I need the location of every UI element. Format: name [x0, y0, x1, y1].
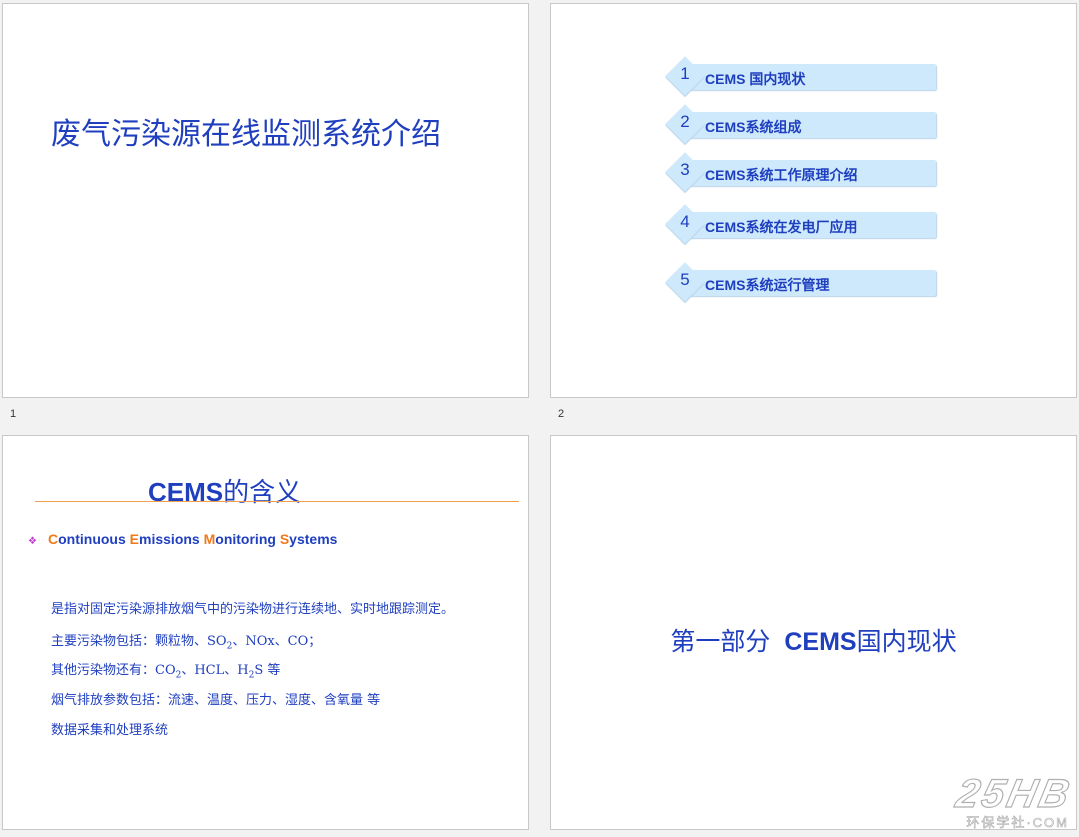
slide-number: 2: [558, 408, 565, 420]
word-rest: ontinuous: [58, 531, 130, 547]
toc-item: 4 CEMS系统在发电厂应用: [665, 204, 936, 245]
slide-1[interactable]: 废气污染源在线监测系统介绍: [2, 3, 529, 398]
initial-m: M: [203, 531, 216, 547]
slide-title: CEMS的含义: [148, 472, 301, 509]
toc-item: 2 CEMS系统组成: [665, 104, 936, 145]
watermark-text: 环保学社·COM: [966, 815, 1069, 831]
bullet-icon: ❖: [28, 536, 37, 547]
title-cn: 的含义: [223, 478, 302, 508]
toc-item: 3 CEMS系统工作原理介绍: [665, 152, 936, 193]
watermark-logo: 25HB: [952, 771, 1077, 816]
text-part: S 等: [254, 663, 281, 678]
toc-item: 1 CEMS 国内现状: [665, 56, 936, 97]
toc-item: 5 CEMS系统运行管理: [665, 262, 936, 303]
toc-number: 3: [680, 160, 690, 179]
toc-number: 4: [680, 212, 690, 231]
definition-text: 是指对固定污染源排放烟气中的污染物进行连续地、实时地跟踪测定。: [51, 602, 455, 617]
toc-label: CEMS系统组成: [705, 119, 802, 135]
word-rest: ystems: [289, 531, 338, 547]
title-cn: 国内现状: [856, 627, 957, 656]
initial-s: S: [279, 531, 290, 547]
text-part: 主要污染物包括：颗粒物、SO: [51, 634, 227, 649]
toc-label: CEMS系统运行管理: [705, 277, 830, 293]
other-pollutants-text: 其他污染物还有：CO2、HCL、H2S 等: [51, 659, 280, 681]
text-part: 、NOx、CO；: [232, 634, 322, 649]
data-system-text: 数据采集和处理系统: [51, 723, 169, 738]
acronym-expansion: Continuous Emissions Monitoring Systems: [48, 531, 337, 547]
toc-number: 5: [680, 270, 690, 289]
toc-label: CEMS系统在发电厂应用: [705, 219, 858, 235]
initial-e: E: [129, 531, 140, 547]
title-divider: [35, 501, 519, 502]
part-label: 第一部分: [670, 627, 771, 656]
toc-number: 1: [680, 64, 690, 83]
slide-number: 1: [10, 408, 17, 420]
slide-3[interactable]: CEMS的含义 ❖ Continuous Emissions Monitorin…: [2, 435, 529, 830]
title-en: CEMS: [784, 628, 857, 656]
section-title: 第一部分 CEMS国内现状: [551, 622, 1076, 658]
initial-c: C: [48, 531, 59, 547]
flue-params-text: 烟气排放参数包括：流速、温度、压力、湿度、含氧量 等: [51, 693, 381, 708]
slide-2[interactable]: 1 CEMS 国内现状 2 CEMS系统组成 3 CEMS系统工作原理介绍 4 …: [550, 3, 1077, 398]
slide-4[interactable]: 第一部分 CEMS国内现状: [550, 435, 1077, 830]
toc-number: 2: [680, 112, 690, 131]
title-en: CEMS: [148, 477, 224, 507]
word-rest: missions: [139, 531, 204, 547]
toc-label: CEMS系统工作原理介绍: [705, 167, 858, 183]
slide-title: 废气污染源在线监测系统介绍: [51, 117, 441, 152]
text-part: 、HCL、H: [181, 663, 249, 678]
word-rest: onitoring: [215, 531, 280, 547]
toc-label: CEMS 国内现状: [705, 71, 806, 87]
main-pollutants-text: 主要污染物包括：颗粒物、SO2、NOx、CO；: [51, 630, 321, 652]
text-part: 其他污染物还有：CO: [51, 663, 176, 678]
